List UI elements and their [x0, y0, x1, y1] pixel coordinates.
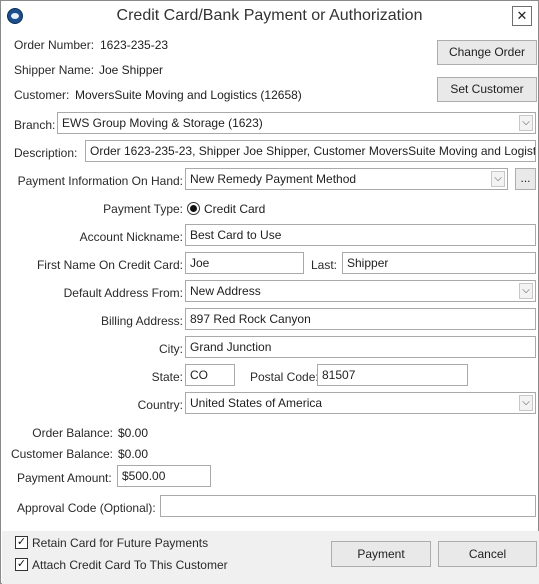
change-order-button[interactable]: Change Order — [437, 40, 537, 65]
order-balance-value: $0.00 — [118, 426, 149, 440]
state-field[interactable]: CO — [185, 364, 235, 386]
credit-card-radio[interactable] — [187, 202, 200, 215]
customer-balance-label: Customer Balance: — [10, 447, 113, 461]
attach-card-label: Attach Credit Card To This Customer — [32, 558, 228, 572]
postal-code-field[interactable]: 81507 — [317, 364, 468, 386]
city-label: City: — [159, 342, 183, 356]
first-name-field[interactable]: Joe — [185, 252, 304, 274]
approval-code-field[interactable] — [160, 495, 536, 517]
description-label: Description: — [14, 146, 78, 160]
default-address-select[interactable]: New Address ⌵ — [185, 280, 536, 302]
payment-button[interactable]: Payment — [331, 541, 431, 567]
first-name-label: First Name On Credit Card: — [36, 258, 183, 272]
chevron-down-icon: ⌵ — [519, 115, 533, 131]
order-balance-label: Order Balance: — [32, 426, 113, 440]
country-selected-value: United States of America — [190, 396, 323, 410]
country-select[interactable]: United States of America ⌵ — [185, 392, 536, 414]
billing-address-label: Billing Address: — [100, 314, 183, 328]
branch-label: Branch: — [14, 118, 56, 132]
order-number-label: Order Number: — [14, 38, 95, 52]
branch-select[interactable]: EWS Group Moving & Storage (1623) ⌵ — [57, 112, 536, 134]
attach-card-checkbox[interactable]: ✓ — [15, 558, 28, 571]
payment-amount-label: Payment Amount: — [17, 471, 112, 485]
payment-dialog: Credit Card/Bank Payment or Authorizatio… — [0, 0, 539, 584]
customer-label: Customer: — [14, 88, 70, 102]
country-label: Country: — [137, 398, 183, 412]
account-nickname-label: Account Nickname: — [79, 230, 183, 244]
customer-value: MoversSuite Moving and Logistics (12658) — [75, 88, 302, 102]
retain-card-label: Retain Card for Future Payments — [32, 536, 209, 550]
default-address-label: Default Address From: — [63, 286, 183, 300]
branch-selected-value: EWS Group Moving & Storage (1623) — [62, 116, 263, 130]
default-address-selected-value: New Address — [190, 284, 261, 298]
payment-info-selected-value: New Remedy Payment Method — [190, 172, 357, 186]
last-name-label: Last: — [311, 258, 338, 272]
chevron-down-icon: ⌵ — [519, 283, 533, 299]
postal-code-label: Postal Code: — [250, 370, 319, 384]
set-customer-button[interactable]: Set Customer — [437, 77, 537, 102]
cancel-button[interactable]: Cancel — [438, 541, 537, 567]
title-bar: Credit Card/Bank Payment or Authorizatio… — [1, 1, 538, 32]
state-label: State: — [151, 370, 183, 384]
description-field[interactable]: Order 1623-235-23, Shipper Joe Shipper, … — [85, 140, 536, 162]
payment-amount-field[interactable]: $500.00 — [117, 465, 211, 487]
approval-code-label: Approval Code (Optional): — [17, 501, 156, 515]
shipper-name-label: Shipper Name: — [14, 63, 95, 77]
chevron-down-icon: ⌵ — [519, 395, 533, 411]
window-title: Credit Card/Bank Payment or Authorizatio… — [116, 7, 423, 24]
payment-info-label: Payment Information On Hand: — [17, 174, 183, 188]
last-name-field[interactable]: Shipper — [342, 252, 536, 274]
dialog-footer: ✓ Retain Card for Future Payments ✓ Atta… — [2, 531, 539, 584]
payment-info-select[interactable]: New Remedy Payment Method ⌵ — [185, 168, 508, 190]
city-field[interactable]: Grand Junction — [185, 336, 536, 358]
browse-payment-button[interactable]: ... — [515, 168, 536, 190]
close-button[interactable]: ✕ — [512, 6, 532, 26]
shipper-name-value: Joe Shipper — [99, 63, 164, 77]
chevron-down-icon: ⌵ — [491, 171, 505, 187]
retain-card-checkbox[interactable]: ✓ — [15, 536, 28, 549]
credit-card-radio-label: Credit Card — [204, 202, 266, 216]
customer-balance-value: $0.00 — [118, 447, 149, 461]
order-number-value: 1623-235-23 — [100, 38, 169, 52]
billing-address-field[interactable]: 897 Red Rock Canyon — [185, 308, 536, 330]
payment-type-label: Payment Type: — [103, 202, 183, 216]
account-nickname-field[interactable]: Best Card to Use — [185, 224, 536, 246]
